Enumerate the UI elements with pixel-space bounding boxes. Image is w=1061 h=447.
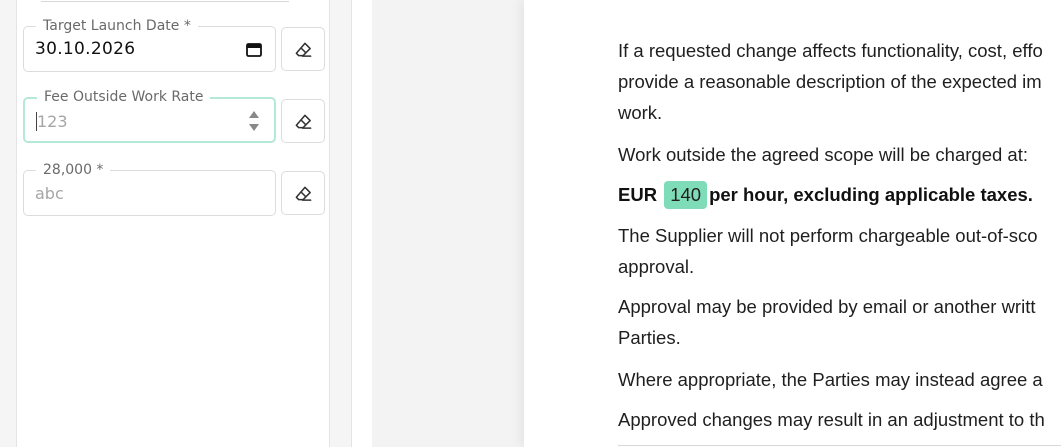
paragraph-out-of-scope: Work outside the agreed scope will be ch… [618,144,1028,165]
text-placeholder[interactable]: abc [35,184,64,203]
divider-strip [351,0,372,447]
clear-fee-button[interactable] [281,99,325,143]
field-label: Fee Outside Work Rate [37,89,211,105]
rate-placeholder-highlight[interactable]: 140 [664,181,708,209]
rate-suffix: per hour, excluding applicable taxes. [709,184,1033,205]
clear-date-button[interactable] [281,27,325,71]
text-line: If a requested change affects functional… [618,40,1043,61]
calendar-icon[interactable] [246,42,262,57]
text-line: Parties. [618,327,681,348]
clear-text-button[interactable] [281,171,325,215]
paragraph-rate: EUR 140 per hour, excluding applicable ta… [618,179,1061,210]
field-label: 28,000 * [36,162,111,178]
fee-outside-work-rate-field[interactable]: Fee Outside Work Rate 123 [23,89,276,143]
paragraph-supplier: The Supplier will not perform chargeable… [618,220,1061,282]
paragraph-approval: Approval may be provided by email or ano… [618,291,1061,353]
paragraph-change-request: If a requested change affects functional… [618,35,1061,128]
text-line: work. [618,102,663,123]
form-panel: Target Launch Date * 30.10.2026 Fee Outs… [16,0,330,447]
divider [618,445,1061,446]
document-gutter [372,0,524,447]
document-page: If a requested change affects functional… [524,0,1061,447]
date-value[interactable]: 30.10.2026 [35,39,135,59]
target-launch-date-field[interactable]: Target Launch Date * 30.10.2026 [23,18,276,72]
text-line: provide a reasonable description of the … [618,71,1042,92]
eraser-icon [295,114,311,129]
eraser-icon [295,186,311,201]
text-line: approval. [618,256,695,277]
currency-label: EUR [618,184,658,205]
paragraph-agree: Where appropriate, the Parties may inste… [618,369,1043,390]
text-field-28000[interactable]: 28,000 * abc [23,162,276,216]
field-label: Target Launch Date * [36,18,198,34]
eraser-icon [295,42,311,57]
text-line: The Supplier will not perform chargeable… [618,225,1038,246]
text-line: Approval may be provided by email or ano… [618,296,1036,317]
paragraph-adjustment: Approved changes may result in an adjust… [618,409,1045,430]
number-spinner-icon[interactable] [247,108,261,134]
previous-field-edge [41,0,289,2]
number-placeholder[interactable]: 123 [37,112,68,131]
